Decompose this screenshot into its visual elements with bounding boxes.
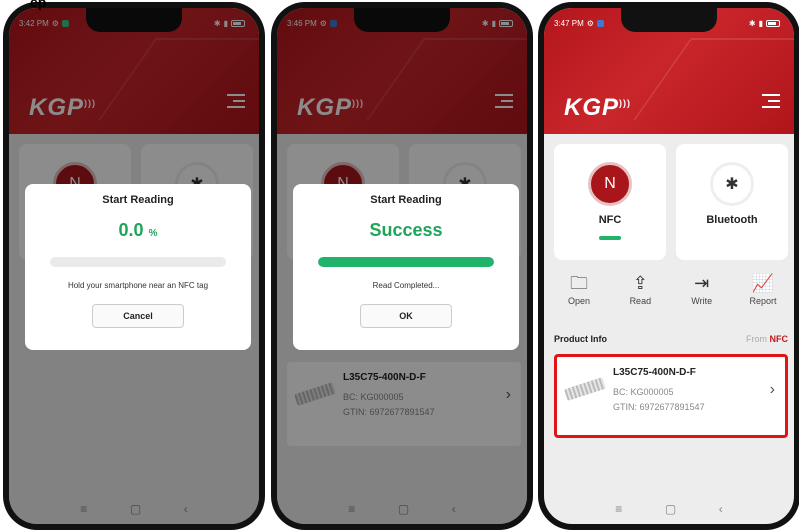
upload-icon: ⇪	[632, 273, 648, 293]
product-gtin: GTIN: 6972677891547	[613, 402, 705, 412]
product-row[interactable]: L35C75-400N-D-F BC: KG000005 GTIN: 69726…	[554, 354, 788, 438]
open-button[interactable]: 🗀 Open	[554, 272, 604, 306]
product-info-title: Product Info	[554, 334, 607, 344]
recents-icon[interactable]: ≡	[615, 502, 622, 516]
read-button[interactable]: ⇪ Read	[615, 272, 665, 306]
product-info-header: Product Info From NFC	[554, 334, 788, 344]
reading-dialog: Start Reading Success Read Completed... …	[293, 184, 519, 350]
cutoff-heading: ep	[30, 0, 47, 10]
notch	[621, 8, 717, 32]
screen-1: 3:42 PM⚙ ✱▮ KGP))) N ✱ ≡ ▢ ‹ Start Readi…	[9, 8, 259, 524]
battery-icon	[766, 19, 780, 27]
home-icon[interactable]: ▢	[665, 502, 676, 516]
phone-2: 3:46 PM⚙ ✱▮ KGP))) N ✱ L35C75-400N-D-F B…	[271, 2, 533, 530]
system-nav: ≡ ▢ ‹	[544, 502, 794, 516]
read-label: Read	[629, 296, 652, 306]
reading-dialog: Start Reading 0.0 % Hold your smartphone…	[25, 184, 251, 350]
cancel-button[interactable]: Cancel	[92, 304, 184, 328]
folder-icon: 🗀	[570, 273, 588, 293]
signal-icon: ▮	[758, 18, 763, 28]
nfc-icon: N	[588, 162, 632, 206]
product-name: L35C75-400N-D-F	[613, 367, 696, 378]
write-label: Write	[691, 296, 713, 306]
kgp-logo: KGP)))	[564, 94, 632, 121]
toolbar: 🗀 Open ⇪ Read ⇥ Write 📈 Report	[554, 272, 788, 306]
status-time: 3:47 PM	[554, 18, 584, 28]
dialog-title: Start Reading	[102, 194, 174, 206]
screen-3: 3:47 PM ⚙ ✱ ▮ KGP))) N NFC ✱ Bluetooth 🗀 Op…	[544, 8, 794, 524]
back-icon[interactable]: ‹	[719, 502, 723, 516]
stage: ep 3:42 PM⚙ ✱▮ KGP))) N ✱ ≡ ▢ ‹ Start Re…	[0, 0, 799, 532]
chart-icon: 📈	[751, 273, 775, 293]
gear-icon: ⚙	[586, 18, 594, 28]
screen-2: 3:46 PM⚙ ✱▮ KGP))) N ✱ L35C75-400N-D-F B…	[277, 8, 527, 524]
write-button[interactable]: ⇥ Write	[677, 272, 727, 306]
dialog-message: Hold your smartphone near an NFC tag	[67, 281, 209, 290]
active-indicator	[599, 236, 621, 240]
nfc-label: NFC	[598, 214, 622, 226]
progress-bar	[318, 257, 494, 267]
chevron-right-icon: ›	[769, 381, 775, 398]
product-image	[564, 377, 606, 401]
success-label: Success	[369, 220, 443, 240]
phone-3: 3:47 PM ⚙ ✱ ▮ KGP))) N NFC ✱ Bluetooth 🗀 Op…	[538, 2, 799, 530]
import-icon: ⇥	[694, 273, 710, 293]
dialog-title: Start Reading	[370, 194, 442, 206]
bluetooth-card[interactable]: ✱ Bluetooth	[676, 144, 788, 260]
report-button[interactable]: 📈 Report	[738, 272, 788, 306]
progress-value: 0.0 %	[118, 220, 158, 240]
report-label: Report	[749, 296, 777, 306]
ok-button[interactable]: OK	[360, 304, 452, 328]
app-icon	[596, 19, 604, 27]
menu-icon[interactable]	[762, 94, 780, 110]
progress-bar	[50, 257, 226, 267]
source-label: From NFC	[745, 334, 788, 344]
product-bc: BC: KG000005	[613, 387, 674, 397]
progress-fill	[318, 257, 494, 267]
bluetooth-icon: ✱	[748, 18, 756, 28]
phone-1: 3:42 PM⚙ ✱▮ KGP))) N ✱ ≡ ▢ ‹ Start Readi…	[3, 2, 265, 530]
dialog-message: Read Completed...	[372, 281, 440, 290]
open-label: Open	[567, 296, 591, 306]
bluetooth-icon: ✱	[710, 162, 754, 206]
nfc-card[interactable]: N NFC	[554, 144, 666, 260]
bluetooth-label: Bluetooth	[706, 214, 758, 226]
